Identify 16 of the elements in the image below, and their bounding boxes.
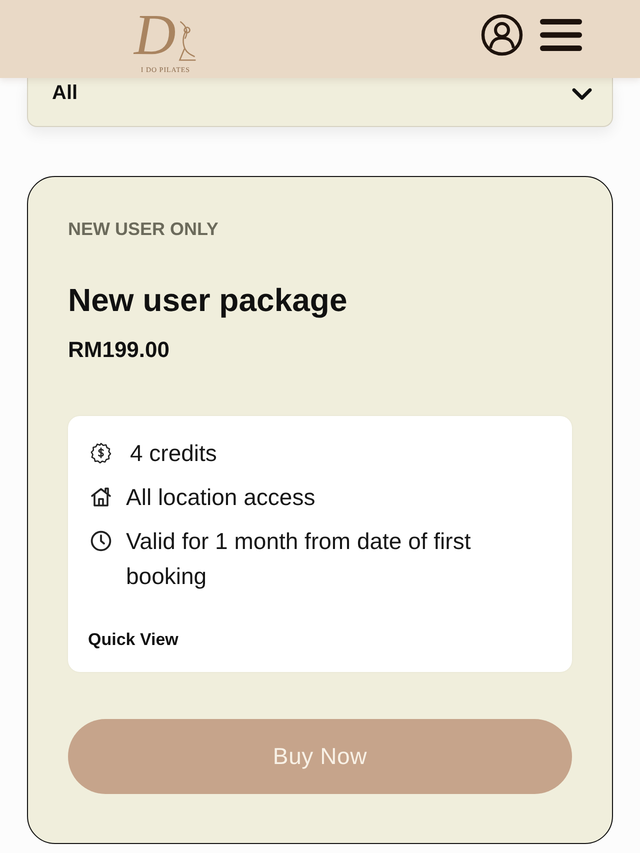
account-icon[interactable]: [481, 14, 523, 56]
filter-dropdown[interactable]: All: [27, 78, 613, 127]
menu-icon[interactable]: [540, 19, 582, 51]
clock-icon: [90, 530, 112, 552]
house-icon: [90, 486, 112, 508]
dropdown-value: All: [52, 82, 78, 104]
quick-view-link[interactable]: Quick View: [88, 630, 178, 650]
feature-text: 4 credits: [130, 439, 217, 468]
pilates-figure-icon: [176, 20, 197, 62]
package-title: New user package: [68, 282, 348, 318]
dollar-badge-icon: [90, 442, 112, 464]
package-price: RM199.00: [68, 338, 171, 362]
feature-text: Valid for 1 month from date of first booking: [126, 527, 472, 591]
chevron-down-icon: [572, 88, 592, 100]
feature-text: All location access: [126, 483, 316, 512]
package-tag: NEW USER ONLY: [68, 219, 572, 239]
